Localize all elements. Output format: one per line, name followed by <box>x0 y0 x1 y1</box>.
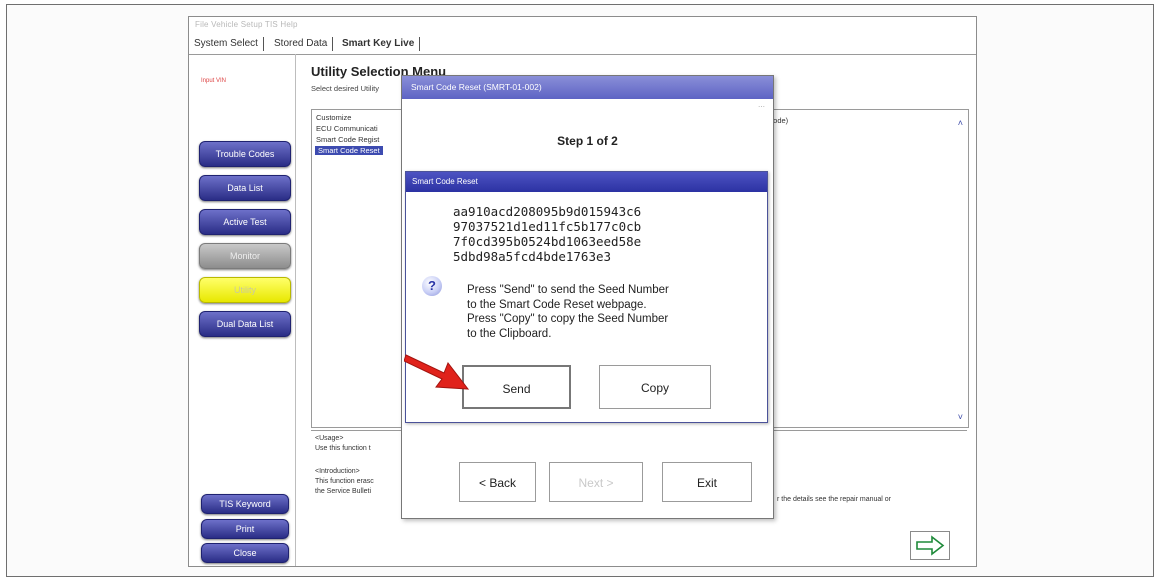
page-subtitle: Select desired Utility <box>311 84 379 93</box>
active-test-button[interactable]: Active Test <box>199 209 291 235</box>
dual-data-list-button[interactable]: Dual Data List <box>199 311 291 337</box>
desc-line: <Introduction> <box>315 468 360 475</box>
print-button[interactable]: Print <box>201 519 289 539</box>
list-item[interactable]: Customize <box>316 113 351 122</box>
data-list-button[interactable]: Data List <box>199 175 291 201</box>
step-label: Step <box>557 134 587 148</box>
scroll-up-icon[interactable]: ˄ <box>958 118 963 128</box>
seed-line: 97037521d1ed11fc5b177c0cb <box>453 219 642 234</box>
step-total: 2 <box>611 134 618 148</box>
tis-keyword-button[interactable]: TIS Keyword <box>201 494 289 514</box>
message-line: Press "Copy" to copy the Seed Number <box>467 313 669 325</box>
tab-bar: System Select Stored Data Smart Key Live <box>189 34 976 55</box>
sidebar <box>189 54 296 566</box>
message-line: to the Smart Code Reset webpage. <box>467 298 647 311</box>
seed-number: aa910acd208095b9d015943c6 97037521d1ed11… <box>453 204 641 264</box>
step-indicator: Step 1 of 2 <box>402 134 773 148</box>
next-arrow-button[interactable] <box>910 531 950 560</box>
instruction-message: Press "Send" to send the Seed Number to … <box>467 283 669 341</box>
question-icon: ? <box>422 276 442 296</box>
send-button[interactable]: Send <box>462 365 571 409</box>
menu-bar[interactable]: File Vehicle Setup TIS Help <box>195 20 298 29</box>
message-line: Press "Send" to send the Seed Number <box>467 284 669 296</box>
scroll-down-icon[interactable]: ˅ <box>958 412 963 422</box>
utility-button[interactable]: Utility <box>199 277 291 303</box>
list-item-selected[interactable]: Smart Code Reset <box>315 146 383 155</box>
red-pointer-arrow-icon <box>404 354 470 390</box>
desc-tail-text: r the details see the repair manual or <box>777 496 892 503</box>
seed-line: aa910acd208095b9d015943c6 <box>453 204 642 219</box>
inner-dialog-title-bar[interactable]: Smart Code Reset <box>406 172 767 192</box>
next-button[interactable]: Next > <box>549 462 643 502</box>
next-arrow-icon <box>916 535 945 556</box>
copy-button[interactable]: Copy <box>599 365 711 409</box>
desc-line: Use this function t <box>315 445 371 452</box>
back-button[interactable]: < Back <box>459 462 536 502</box>
desc-line: <Usage> <box>315 435 344 442</box>
dialog-title-bar[interactable]: Smart Code Reset (SMRT-01-002) <box>402 76 773 99</box>
list-item[interactable]: ECU Communicati <box>316 124 378 133</box>
exit-button[interactable]: Exit <box>662 462 752 502</box>
trouble-codes-button[interactable]: Trouble Codes <box>199 141 291 167</box>
seed-line: 5dbd98a5fcd4bde1763e3 <box>453 249 612 264</box>
dialog-title: Smart Code Reset (SMRT-01-002) <box>411 82 542 92</box>
inner-dialog-title: Smart Code Reset <box>412 177 478 186</box>
seed-line: 7f0cd395b0524bd1063eed58e <box>453 234 642 249</box>
desc-line: This function erasc <box>315 478 374 485</box>
close-button[interactable]: Close <box>201 543 289 563</box>
dialog-corner-mark: ⋯ <box>758 104 765 111</box>
tab-smart-key-live[interactable]: Smart Key Live <box>337 37 421 51</box>
tab-system-select[interactable]: System Select <box>189 37 264 51</box>
vin-label: Input VIN <box>201 78 227 84</box>
monitor-button[interactable]: Monitor <box>199 243 291 269</box>
message-line: to the Clipboard. <box>467 327 552 340</box>
tab-stored-data[interactable]: Stored Data <box>269 37 334 51</box>
step-of: of <box>593 134 612 148</box>
desc-line: the Service Bulleti <box>315 488 372 495</box>
list-item[interactable]: Smart Code Regist <box>316 135 379 144</box>
